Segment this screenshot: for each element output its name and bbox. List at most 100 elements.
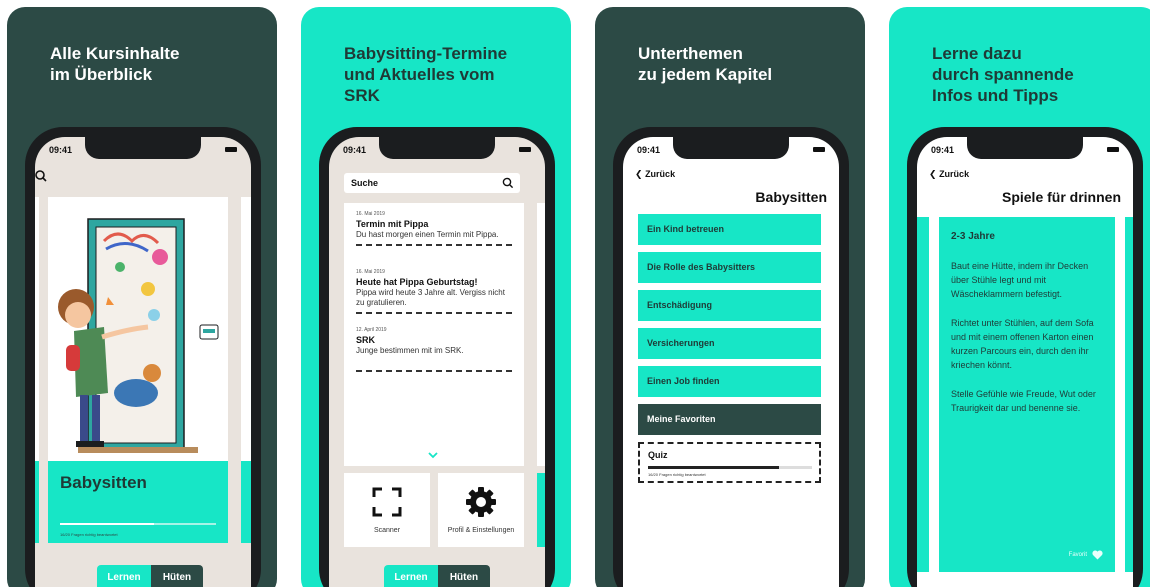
next-card-peek-footer — [241, 461, 251, 543]
news-divider — [356, 244, 512, 246]
phone-screen: 09:41 ❮ Zurück Babysitten Ein Kind betre… — [623, 137, 839, 587]
phone-frame: 09:41 ❮ Zurück Spiele für drinnen 2-3 Ja… — [907, 127, 1143, 587]
phone-frame: 09:41 Babysitten 16/20 Fragen richtig be… — [25, 127, 261, 587]
prev-card-peek[interactable] — [917, 217, 929, 572]
next-card-peek[interactable] — [1125, 217, 1133, 572]
scan-frame-icon — [372, 487, 402, 517]
back-label: Zurück — [939, 169, 970, 179]
quiz-progress-text: 16/20 Fragen richtig beantwortet — [648, 472, 706, 477]
course-progress-text: 16/20 Fragen richtig beantwortet — [60, 532, 118, 537]
chevron-left-icon: ❮ — [929, 169, 937, 179]
page-title: Spiele für drinnen — [1001, 189, 1121, 205]
news-body: Du hast morgen einen Termin mit Pippa. — [356, 230, 499, 239]
mode-toggle: Lernen Hüten — [97, 565, 203, 587]
phone-screen: 09:41 Suche 16. Mai 2019 Termin mit Pipp… — [329, 137, 545, 587]
chapter-item[interactable]: Entschädigung — [638, 290, 821, 321]
tab-hueten[interactable]: Hüten — [438, 565, 490, 587]
scanner-label: Scanner — [373, 527, 401, 534]
page-title: Babysitten — [755, 189, 827, 205]
status-time: 09:41 — [49, 145, 73, 155]
next-page-peek — [537, 203, 545, 466]
news-item[interactable]: 12. April 2019 SRK Junge bestimmen mit i… — [356, 327, 512, 372]
phone-screen: 09:41 ❮ Zurück Spiele für drinnen 2-3 Ja… — [917, 137, 1133, 587]
panel-headline: Unterthemen zu jedem Kapitel — [638, 44, 773, 84]
chevron-down-icon[interactable] — [428, 452, 438, 459]
prev-card-peek-footer — [35, 461, 39, 543]
news-date: 16. Mai 2019 — [356, 211, 385, 217]
course-card-footer: Babysitten 16/20 Fragen richtig beantwor… — [48, 461, 228, 543]
scanner-tile[interactable]: Scanner — [344, 473, 430, 547]
next-tile-peek — [537, 473, 545, 547]
news-title: Heute hat Pippa Geburtstag! — [356, 277, 478, 287]
news-title: Termin mit Pippa — [356, 219, 429, 229]
chapter-item[interactable]: Einen Job finden — [638, 366, 821, 397]
search-input[interactable]: Suche — [344, 173, 520, 193]
battery-icon — [225, 147, 237, 152]
promo-panel-subtopics: Unterthemen zu jedem Kapitel 09:41 ❮ Zur… — [595, 7, 865, 587]
back-label: Zurück — [645, 169, 676, 179]
phone-notch — [379, 137, 495, 159]
news-body: Junge bestimmen mit im SRK. — [356, 346, 464, 355]
phone-frame: 09:41 Suche 16. Mai 2019 Termin mit Pipp… — [319, 127, 555, 587]
search-placeholder: Suche — [351, 178, 379, 188]
battery-icon — [1107, 147, 1119, 152]
back-button[interactable]: ❮ Zurück — [635, 169, 675, 180]
favorite-button[interactable]: Favorit — [1069, 550, 1103, 560]
search-icon[interactable] — [502, 177, 514, 189]
heart-icon — [1092, 550, 1103, 560]
gear-icon — [466, 487, 496, 517]
favorite-label: Favorit — [1068, 552, 1087, 558]
tip-paragraph: Richtet unter Stühlen, auf dem Sofa und … — [951, 318, 1094, 370]
quiz-title: Quiz — [648, 450, 668, 460]
mode-toggle: Lernen Hüten — [384, 565, 490, 587]
phone-notch — [967, 137, 1083, 159]
chapter-item[interactable]: Versicherungen — [638, 328, 821, 359]
status-time: 09:41 — [343, 145, 367, 155]
chapter-item[interactable]: Ein Kind betreuen — [638, 214, 821, 245]
news-item[interactable]: 16. Mai 2019 Heute hat Pippa Geburtstag!… — [356, 269, 512, 314]
tab-lernen[interactable]: Lernen — [97, 565, 151, 587]
course-card-title: Babysitten — [60, 473, 147, 492]
chapter-item-favorites[interactable]: Meine Favoriten — [638, 404, 821, 435]
promo-panel-tips: Lerne dazu durch spannende Infos und Tip… — [889, 7, 1150, 587]
back-button[interactable]: ❮ Zurück — [929, 169, 969, 180]
promo-panel-course-overview: Alle Kursinhalte im Überblick 09:41 Baby… — [7, 7, 277, 587]
news-body: Pippa wird heute 3 Jahre alt. Vergiss ni… — [356, 288, 505, 307]
status-time: 09:41 — [637, 145, 661, 155]
news-date: 16. Mai 2019 — [356, 269, 385, 275]
phone-notch — [85, 137, 201, 159]
profile-settings-tile[interactable]: Profil & Einstellungen — [438, 473, 524, 547]
phone-screen: 09:41 Babysitten 16/20 Fragen richtig be… — [35, 137, 251, 587]
news-item[interactable]: 16. Mai 2019 Termin mit Pippa Du hast mo… — [356, 211, 512, 246]
panel-headline: Lerne dazu durch spannende Infos und Tip… — [932, 44, 1074, 105]
tip-card: 2-3 Jahre Baut eine Hütte, indem ihr Dec… — [939, 217, 1115, 572]
tip-card-heading: 2-3 Jahre — [951, 231, 995, 242]
news-title: SRK — [356, 335, 376, 345]
search-icon[interactable] — [35, 169, 51, 185]
tip-paragraph: Stelle Gefühle wie Freude, Wut oder Trau… — [951, 389, 1096, 413]
news-feed: 16. Mai 2019 Termin mit Pippa Du hast mo… — [344, 203, 524, 466]
chapter-item[interactable]: Die Rolle des Babysitters — [638, 252, 821, 283]
panel-headline: Babysitting-Termine und Aktuelles vom SR… — [344, 44, 508, 105]
tab-lernen[interactable]: Lernen — [384, 565, 438, 587]
course-progress-bar — [60, 523, 216, 525]
tab-hueten[interactable]: Hüten — [151, 565, 203, 587]
panel-headline: Alle Kursinhalte im Überblick — [50, 44, 180, 84]
quiz-progress-bar — [648, 466, 812, 469]
status-time: 09:41 — [931, 145, 955, 155]
course-card-babysitten[interactable]: Babysitten 16/20 Fragen richtig beantwor… — [48, 197, 228, 543]
profile-settings-label: Profil & Einstellungen — [447, 527, 515, 534]
news-divider — [356, 312, 512, 314]
illustration-child-at-door — [58, 218, 219, 453]
tip-paragraph: Baut eine Hütte, indem ihr Decken über S… — [951, 261, 1089, 299]
battery-icon — [813, 147, 825, 152]
course-progress-fill — [60, 523, 154, 525]
news-date: 12. April 2019 — [356, 327, 387, 333]
phone-notch — [673, 137, 789, 159]
promo-panel-appointments: Babysitting-Termine und Aktuelles vom SR… — [301, 7, 571, 587]
phone-frame: 09:41 ❮ Zurück Babysitten Ein Kind betre… — [613, 127, 849, 587]
quiz-item[interactable]: Quiz 16/20 Fragen richtig beantwortet — [638, 442, 821, 483]
news-divider — [356, 370, 512, 372]
chevron-left-icon: ❮ — [635, 169, 643, 179]
quiz-progress-fill — [648, 466, 780, 469]
